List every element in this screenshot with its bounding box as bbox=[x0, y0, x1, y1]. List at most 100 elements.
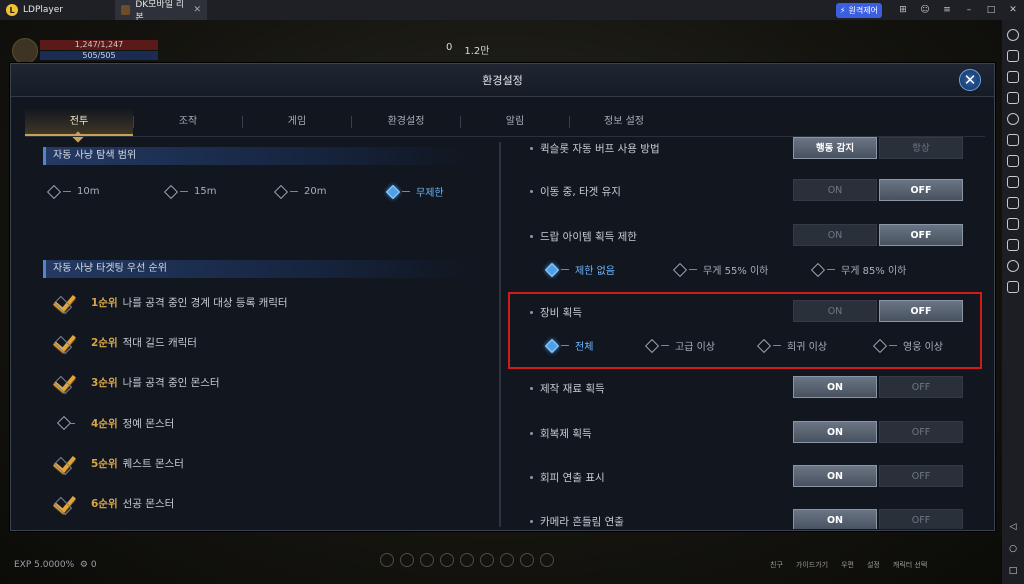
equip-pickup-on-button[interactable]: ON bbox=[793, 300, 877, 322]
checkmark-icon[interactable] bbox=[55, 293, 79, 311]
grade-rare-radio[interactable]: 희귀 이상 bbox=[756, 338, 875, 353]
radio-arrow bbox=[689, 269, 697, 270]
back-icon[interactable]: ◁ bbox=[1002, 522, 1024, 532]
behavior-detect-button[interactable]: 행동 감지 bbox=[793, 137, 877, 159]
game-tab[interactable]: DK모바일 리본 ✕ bbox=[115, 0, 207, 23]
material-pickup-off-button[interactable]: OFF bbox=[879, 376, 963, 398]
checkmark-icon[interactable] bbox=[55, 333, 79, 351]
priority-item-2[interactable]: 2순위 적대 길드 캐릭터 bbox=[55, 333, 197, 351]
material-pickup-toggle: ON OFF bbox=[793, 376, 963, 398]
menu-guide[interactable]: 가이드가기 bbox=[796, 560, 828, 570]
location-icon[interactable] bbox=[1007, 260, 1019, 272]
equip-pickup-off-button[interactable]: OFF bbox=[879, 300, 963, 322]
checkmark-icon[interactable] bbox=[55, 373, 79, 391]
tab-controls[interactable]: 조작 bbox=[134, 108, 242, 136]
keep-target-on-button[interactable]: ON bbox=[793, 179, 877, 201]
minimize-icon[interactable]: – bbox=[958, 5, 980, 15]
skill-slot[interactable] bbox=[400, 553, 414, 567]
tab-combat[interactable]: 전투 bbox=[25, 108, 133, 136]
robot-icon[interactable] bbox=[1007, 176, 1019, 188]
tab-notifications[interactable]: 알림 bbox=[461, 108, 569, 136]
menu-settings[interactable]: 설정 bbox=[867, 560, 880, 570]
macro-icon[interactable] bbox=[1007, 197, 1019, 209]
menu-friends[interactable]: 친구 bbox=[770, 560, 783, 570]
radio-arrow bbox=[402, 191, 410, 192]
drop-limit-off-button[interactable]: OFF bbox=[879, 224, 963, 246]
camera-shake-on-button[interactable]: ON bbox=[793, 509, 877, 529]
range-unlimited-label: 무제한 bbox=[416, 188, 444, 199]
weight-85-radio[interactable]: 무게 85% 이하 bbox=[810, 262, 906, 277]
material-pickup-on-button[interactable]: ON bbox=[793, 376, 877, 398]
weight-55-radio[interactable]: 무게 55% 이하 bbox=[672, 262, 813, 277]
tab-game[interactable]: 게임 bbox=[243, 108, 351, 136]
tab-environment[interactable]: 환경설정 bbox=[352, 108, 460, 136]
keep-target-off-button[interactable]: OFF bbox=[879, 179, 963, 201]
skill-slot[interactable] bbox=[540, 553, 554, 567]
remote-control-button[interactable]: ⚡ 원격제어 bbox=[835, 2, 882, 18]
radio-diamond-icon bbox=[273, 184, 289, 199]
dodge-effect-off-button[interactable]: OFF bbox=[879, 465, 963, 487]
drop-limit-on-button[interactable]: ON bbox=[793, 224, 877, 246]
multi-window-icon[interactable]: ⊞ bbox=[892, 5, 914, 15]
skill-slot[interactable] bbox=[440, 553, 454, 567]
recent-apps-icon[interactable]: □ bbox=[1002, 566, 1024, 576]
grade-advanced-radio[interactable]: 고급 이상 bbox=[644, 338, 759, 353]
bottom-menu: 친구 가이드가기 우편 설정 캐릭터 선택 bbox=[770, 560, 927, 570]
priority-rank: 5순위 bbox=[91, 457, 118, 470]
priority-item-1[interactable]: 1순위 나를 공격 중인 경계 대상 등록 캐릭터 bbox=[55, 293, 288, 311]
priority-label: 적대 길드 캐릭터 bbox=[122, 336, 197, 349]
range-10m-radio[interactable]: 10m bbox=[46, 184, 166, 199]
keyboard-icon[interactable] bbox=[1007, 50, 1019, 62]
checkmark-icon[interactable] bbox=[55, 454, 79, 472]
tab-info[interactable]: 정보 설정 bbox=[570, 108, 678, 136]
priority-item-3[interactable]: 3순위 나를 공격 중인 몬스터 bbox=[55, 373, 220, 391]
screenshot-icon[interactable] bbox=[1007, 134, 1019, 146]
always-button[interactable]: 항상 bbox=[879, 137, 963, 159]
settings-tabs: 전투 조작 게임 환경설정 알림 정보 설정 bbox=[25, 108, 985, 136]
skill-slot[interactable] bbox=[420, 553, 434, 567]
sync-icon[interactable] bbox=[1007, 239, 1019, 251]
skill-slot[interactable] bbox=[380, 553, 394, 567]
potion-pickup-off-button[interactable]: OFF bbox=[879, 421, 963, 443]
maximize-icon[interactable]: □ bbox=[980, 5, 1002, 15]
keep-target-toggle: ON OFF bbox=[793, 179, 963, 201]
settings-icon[interactable] bbox=[1007, 29, 1019, 41]
no-limit-radio[interactable]: 제한 없음 bbox=[544, 262, 675, 277]
potion-pickup-on-button[interactable]: ON bbox=[793, 421, 877, 443]
range-15m-radio[interactable]: 15m bbox=[163, 184, 276, 199]
skill-slot[interactable] bbox=[460, 553, 474, 567]
close-dialog-button[interactable]: ✕ bbox=[959, 69, 981, 91]
close-window-icon[interactable]: ✕ bbox=[1002, 5, 1024, 15]
close-tab-icon[interactable]: ✕ bbox=[193, 5, 201, 15]
skill-slot[interactable] bbox=[480, 553, 494, 567]
priority-rank: 6순위 bbox=[91, 497, 118, 510]
account-icon[interactable]: ☺ bbox=[914, 5, 936, 15]
record-icon[interactable] bbox=[1007, 218, 1019, 230]
apk-icon[interactable] bbox=[1007, 155, 1019, 167]
home-icon[interactable]: ○ bbox=[1002, 544, 1024, 554]
radio-diamond-icon bbox=[672, 262, 688, 277]
more-icon[interactable] bbox=[1007, 281, 1019, 293]
mp-bar: 505/505 bbox=[40, 51, 158, 60]
fullscreen-icon[interactable] bbox=[1007, 92, 1019, 104]
priority-item-6[interactable]: 6순위 선공 몬스터 bbox=[55, 494, 174, 512]
priority-item-4[interactable]: 4순위 정예 몬스터 bbox=[55, 414, 174, 432]
radio-arrow bbox=[63, 191, 71, 192]
menu-icon[interactable]: ≡ bbox=[936, 5, 958, 15]
skill-slot[interactable] bbox=[500, 553, 514, 567]
menu-mail[interactable]: 우편 bbox=[841, 560, 854, 570]
priority-item-5[interactable]: 5순위 퀘스트 몬스터 bbox=[55, 454, 184, 472]
unchecked-box[interactable] bbox=[55, 414, 79, 432]
dodge-effect-on-button[interactable]: ON bbox=[793, 465, 877, 487]
grade-hero-radio[interactable]: 영웅 이상 bbox=[872, 338, 943, 353]
grade-all-radio[interactable]: 전체 bbox=[544, 338, 647, 353]
range-unlimited-radio[interactable]: 무제한 bbox=[385, 184, 444, 199]
menu-character-select[interactable]: 캐릭터 선택 bbox=[893, 560, 927, 570]
range-20m-radio[interactable]: 20m bbox=[273, 184, 388, 199]
volume-icon[interactable] bbox=[1007, 113, 1019, 125]
camera-shake-off-button[interactable]: OFF bbox=[879, 509, 963, 529]
checkmark-icon[interactable] bbox=[55, 494, 79, 512]
character-avatar[interactable] bbox=[12, 38, 38, 64]
skill-slot[interactable] bbox=[520, 553, 534, 567]
gamepad-icon[interactable] bbox=[1007, 71, 1019, 83]
